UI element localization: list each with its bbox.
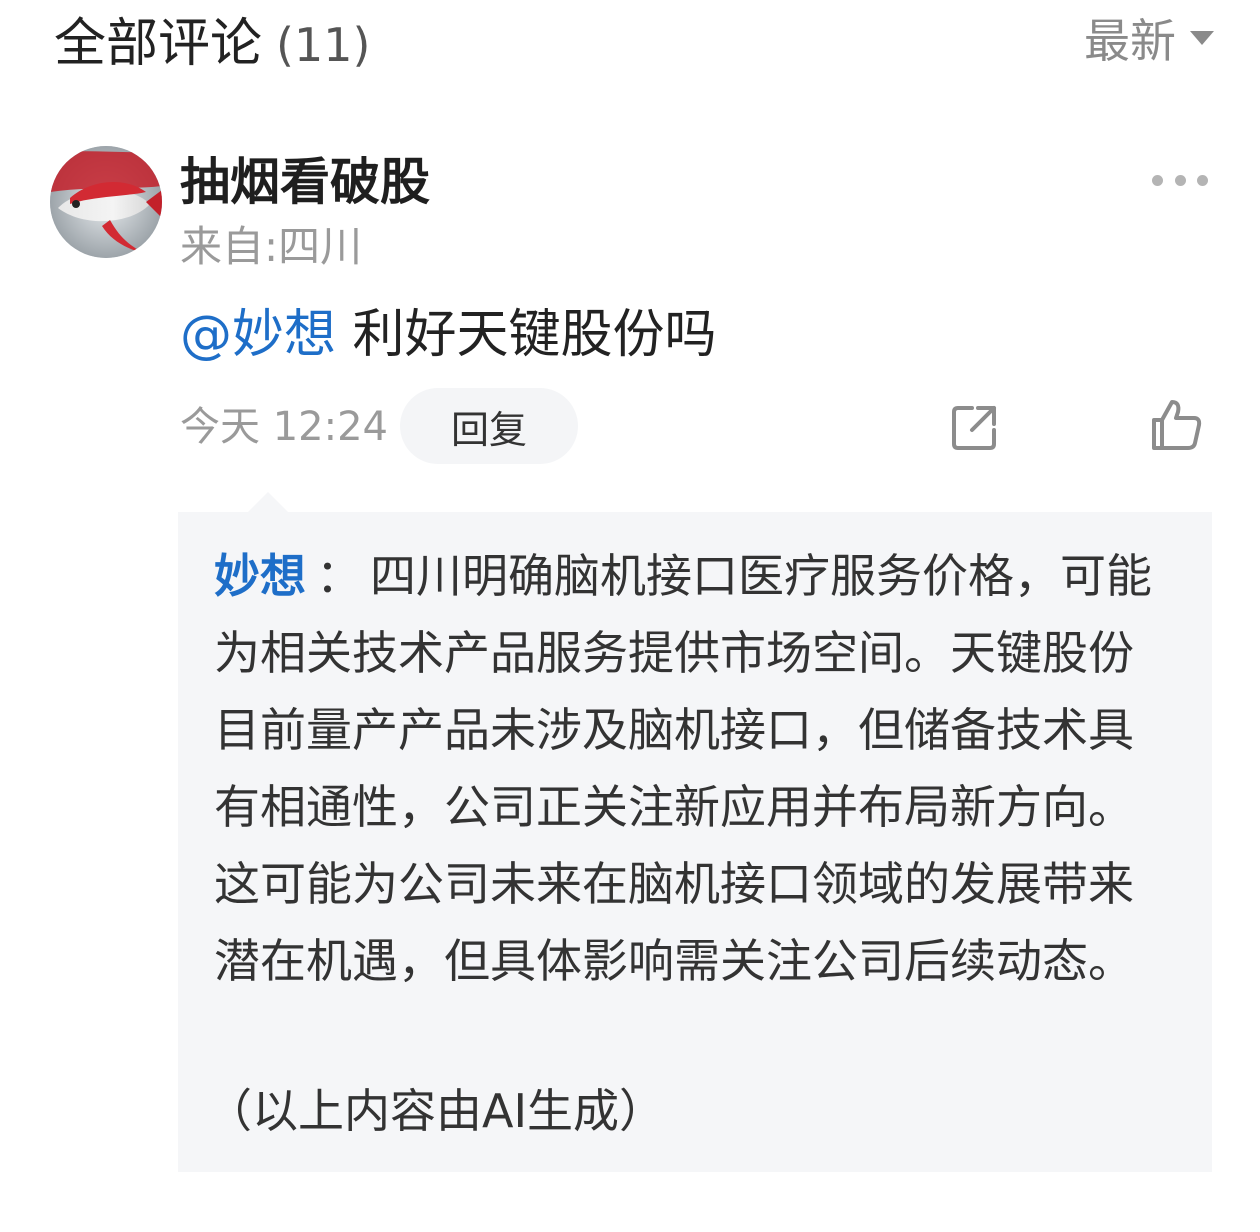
comment-meta-row: 今天 12:24 回复 [180,388,1210,466]
comments-title-label: 全部评论 [54,14,263,74]
sort-dropdown[interactable]: 最新 [1084,10,1214,68]
mention-link[interactable]: @妙想 [180,305,336,365]
reply-button[interactable]: 回复 [400,388,578,464]
more-horizontal-icon[interactable] [1152,170,1208,190]
timestamp: 今天 12:24 [180,404,388,450]
ai-separator: ： [316,549,362,603]
more-dot [1152,174,1163,186]
location-label: 来自:四川 [180,222,363,271]
comments-count: (11) [276,18,371,72]
ai-generated-note: （以上内容由AI生成） [206,1084,666,1138]
username[interactable]: 抽烟看破股 [180,150,430,214]
ai-author-link[interactable]: 妙想 [214,549,306,603]
comment-body: 利好天键股份吗 [352,305,717,365]
comments-header: 全部评论 (11) 最新 [0,0,1260,90]
avatar[interactable] [50,146,162,258]
caret-down-icon [1190,31,1214,45]
thumbs-up-icon[interactable] [1150,398,1204,452]
ai-reply-text: 妙想：四川明确脑机接口医疗服务价格，可能为相关技术产品服务提供市场空间。天键股份… [214,538,1164,1000]
sort-label: 最新 [1084,14,1176,68]
share-icon[interactable] [950,402,1000,452]
ai-reply-notch [248,492,288,512]
ai-reply-panel: 妙想：四川明确脑机接口医疗服务价格，可能为相关技术产品服务提供市场空间。天键股份… [178,512,1212,1172]
more-dot [1174,174,1186,186]
comments-title: 全部评论 (11) [54,12,370,77]
fish-avatar-icon [50,146,162,258]
more-dot [1197,174,1208,186]
comment-text: @妙想 利好天键股份吗 [180,300,717,370]
ai-reply-body: 四川明确脑机接口医疗服务价格，可能为相关技术产品服务提供市场空间。天键股份目前量… [214,549,1152,988]
